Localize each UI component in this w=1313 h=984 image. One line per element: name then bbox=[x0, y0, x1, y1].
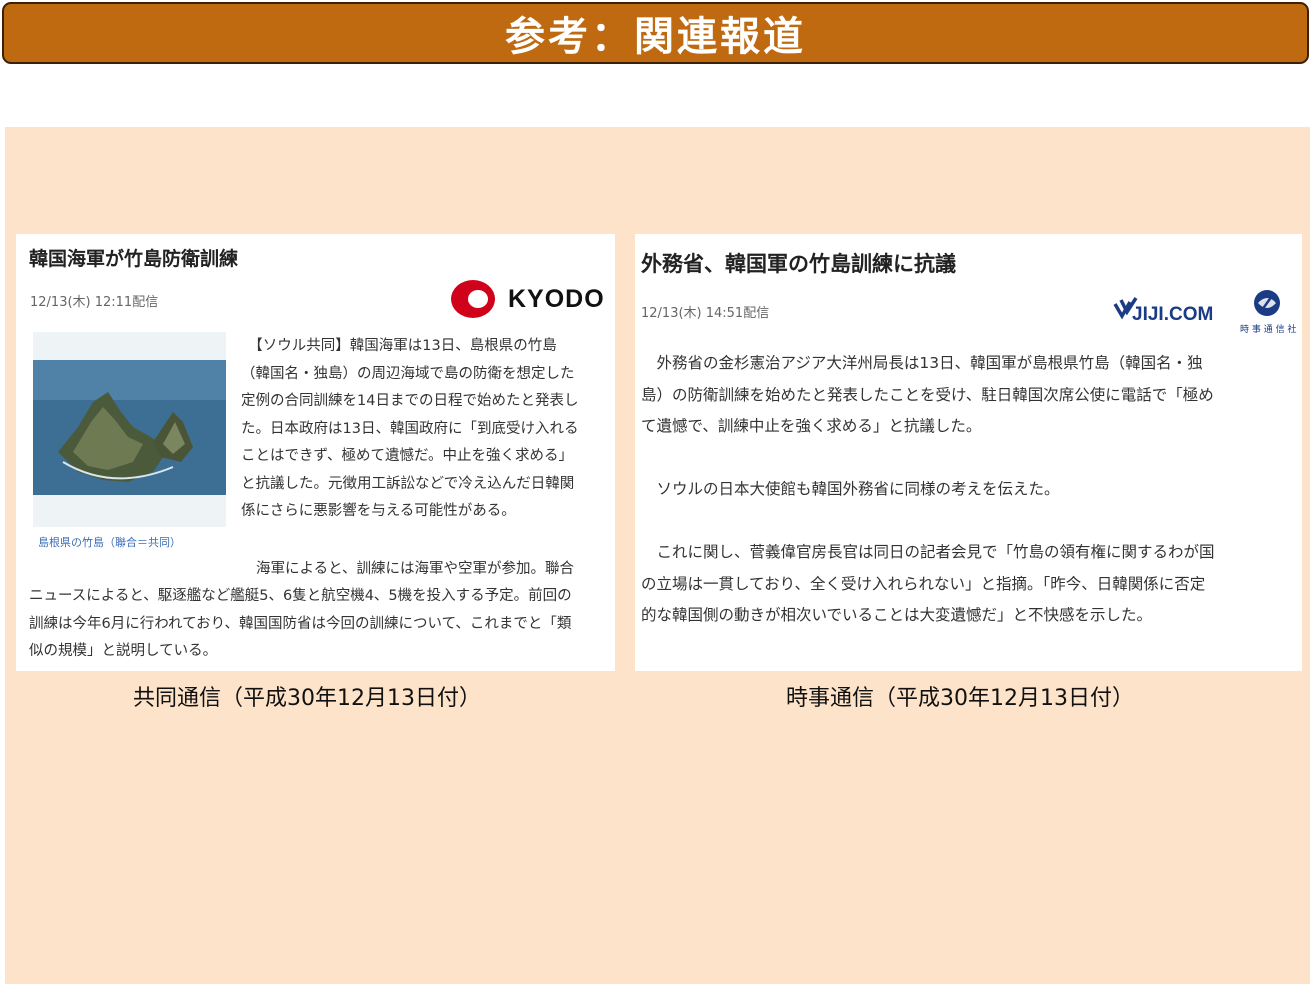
jiji-para-3: これに関し、菅義偉官房長官は同日の記者会見で「竹島の領有権に関するわが国 の立場… bbox=[641, 537, 1299, 632]
kyodo-logo-text: KYODO bbox=[508, 284, 605, 313]
kyodo-date: 12/13(木) 12:11配信 bbox=[30, 295, 159, 310]
jiji-logo-text: JIJI.COM bbox=[1132, 304, 1214, 325]
jiji-source-label: 時事通信（平成30年12月13日付） bbox=[786, 686, 1134, 711]
kyodo-headline: 韓国海軍が竹島防衛訓練 bbox=[29, 248, 239, 270]
jiji-para-3-line: これに関し、菅義偉官房長官は同日の記者会見で「竹島の領有権に関するわが国 bbox=[641, 543, 1215, 561]
kyodo-logo-icon bbox=[451, 280, 495, 318]
kyodo-body2-first: 海軍によると、訓練には海軍や空軍が参加。聯合 bbox=[256, 561, 574, 577]
jiji-headline: 外務省、韓国軍の竹島訓練に抗議 bbox=[641, 252, 956, 276]
jiji-para-2: ソウルの日本大使館も韓国外務省に同様の考えを伝えた。 bbox=[641, 480, 1060, 498]
kyodo-body2-line: 訓練は今年6月に行われており、韓国国防省は今回の訓練について、これまでと「類 bbox=[29, 615, 572, 632]
jiji-para-1-line: 外務省の金杉憲治アジア大洋州局長は13日、韓国軍が島根県竹島（韓国名・独 bbox=[641, 354, 1203, 372]
jiji-globe-icon bbox=[1254, 290, 1280, 316]
header-banner: 参考：関連報道 bbox=[2, 2, 1309, 64]
kyodo-body-line: 係にさらに悪影響を与える可能性がある。 bbox=[241, 503, 516, 519]
page-title: 参考：関連報道 bbox=[505, 14, 806, 60]
jiji-date: 12/13(木) 14:51配信 bbox=[641, 306, 770, 321]
kyodo-source-label: 共同通信（平成30年12月13日付） bbox=[133, 686, 481, 711]
kyodo-body-line: 【ソウル共同】韓国海軍は13日、島根県の竹島 bbox=[241, 338, 557, 354]
kyodo-body2-line: 似の規模」と説明している。 bbox=[29, 643, 218, 659]
jiji-para-3-line: の立場は一貫しており、全く受け入れられない」と指摘。「昨今、日韓関係に否定 bbox=[641, 574, 1206, 593]
kyodo-body-line: た。日本政府は13日、韓国政府に「到底受け入れる bbox=[241, 420, 579, 437]
kyodo-body-line: と抗議した。元徴用工訴訟などで冷え込んだ日韓関 bbox=[241, 475, 575, 492]
jiji-logo: JIJI.COM 時 事 通 信 社 bbox=[1112, 286, 1296, 336]
kyodo-logo: KYODO bbox=[450, 279, 605, 319]
jiji-para-3-line: 的な韓国側の動きが相次いでいることは大変遺憾だ」と不快感を示した。 bbox=[641, 606, 1153, 624]
takeshima-photo bbox=[33, 332, 226, 527]
jiji-para-1-line: 島）の防衛訓練を始めたと発表したことを受け、駐日韓国次席公使に電話で「極め bbox=[641, 385, 1214, 404]
jiji-para-1: 外務省の金杉憲治アジア大洋州局長は13日、韓国軍が島根県竹島（韓国名・独 島）の… bbox=[641, 348, 1299, 443]
jiji-article-card: 外務省、韓国軍の竹島訓練に抗議 12/13(木) 14:51配信 JIJI.CO… bbox=[635, 234, 1302, 671]
kyodo-body2: ニュースによると、駆逐艦など艦艇5、6隻と航空機4、5機を投入する予定。前回の … bbox=[29, 583, 614, 666]
photo-caption: 島根県の竹島（聯合＝共同） bbox=[38, 536, 181, 549]
kyodo-body-line: ことはできず、極めて遺憾だ。中止を強く求める」 bbox=[241, 448, 574, 464]
jiji-para-1-line: て遺憾で、訓練中止を強く求める」と抗議した。 bbox=[641, 417, 982, 435]
kyodo-body-line: 定例の合同訓練を14日までの日程で始めたと発表し bbox=[241, 393, 579, 409]
jiji-logo-sub: 時 事 通 信 社 bbox=[1240, 325, 1297, 335]
kyodo-article-card: 韓国海軍が竹島防衛訓練 12/13(木) 12:11配信 KYODO 島根県の竹… bbox=[16, 234, 615, 671]
kyodo-body: 【ソウル共同】韓国海軍は13日、島根県の竹島 （韓国名・独島）の周辺海域で島の防… bbox=[241, 333, 611, 526]
kyodo-body2-line: ニュースによると、駆逐艦など艦艇5、6隻と航空機4、5機を投入する予定。前回の bbox=[29, 588, 572, 604]
kyodo-body-line: （韓国名・独島）の周辺海域で島の防衛を想定した bbox=[241, 365, 575, 382]
